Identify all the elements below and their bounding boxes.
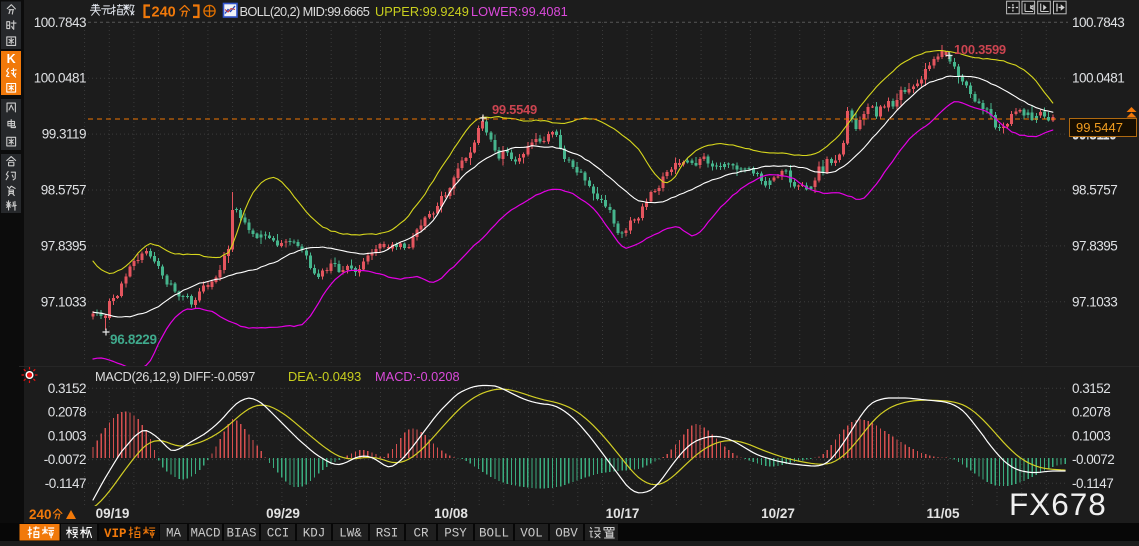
svg-text:0.1003: 0.1003 <box>1072 428 1110 443</box>
svg-text:UPPER:99.9249: UPPER:99.9249 <box>375 4 469 19</box>
svg-text:97.8395: 97.8395 <box>1072 238 1117 253</box>
svg-text:10/27: 10/27 <box>761 506 795 521</box>
svg-text:-0.0072: -0.0072 <box>1072 452 1114 467</box>
svg-text:CCI: CCI <box>267 527 290 541</box>
svg-text:98.5757: 98.5757 <box>41 183 86 198</box>
svg-text:100.0481: 100.0481 <box>34 71 86 86</box>
svg-text:VIP: VIP <box>104 527 127 541</box>
svg-text:0.3152: 0.3152 <box>48 381 86 396</box>
svg-text:96.8229: 96.8229 <box>110 332 157 347</box>
svg-text:10/17: 10/17 <box>606 506 640 521</box>
svg-text:BOLL(20,2) MID:99.6665: BOLL(20,2) MID:99.6665 <box>240 4 370 19</box>
svg-text:100.3599: 100.3599 <box>954 42 1006 57</box>
svg-text:-0.1147: -0.1147 <box>45 476 86 491</box>
svg-text:LW&: LW& <box>339 527 362 541</box>
svg-text:MACD:-0.0208: MACD:-0.0208 <box>375 369 460 384</box>
svg-text:0.2078: 0.2078 <box>1072 405 1110 420</box>
svg-text:0.2078: 0.2078 <box>48 405 86 420</box>
svg-text:FX678: FX678 <box>1009 486 1107 522</box>
svg-text:09/19: 09/19 <box>96 506 130 521</box>
svg-text:240: 240 <box>29 507 52 522</box>
svg-text:DEA:-0.0493: DEA:-0.0493 <box>288 369 361 384</box>
svg-text:99.5447: 99.5447 <box>1076 120 1123 135</box>
svg-text:99.5549: 99.5549 <box>492 102 537 117</box>
svg-text:RSI: RSI <box>376 527 399 541</box>
svg-text:BIAS: BIAS <box>226 527 256 541</box>
svg-text:09/29: 09/29 <box>266 506 300 521</box>
svg-text:CR: CR <box>413 527 429 541</box>
svg-text:OBV: OBV <box>555 527 578 541</box>
svg-text:97.8395: 97.8395 <box>41 238 86 253</box>
svg-text:0.1003: 0.1003 <box>48 428 86 443</box>
svg-text:100.7843: 100.7843 <box>34 15 86 30</box>
svg-text:MACD: MACD <box>190 527 220 541</box>
svg-text:MACD(26,12,9) DIFF:-0.0597: MACD(26,12,9) DIFF:-0.0597 <box>95 369 255 384</box>
svg-text:PSY: PSY <box>444 527 467 541</box>
svg-text:-0.0072: -0.0072 <box>44 452 86 467</box>
svg-text:LOWER:99.4081: LOWER:99.4081 <box>471 4 568 19</box>
svg-text:K: K <box>7 52 16 66</box>
svg-text:97.1033: 97.1033 <box>1072 294 1117 309</box>
svg-text:99.3119: 99.3119 <box>42 127 86 142</box>
svg-text:10/08: 10/08 <box>434 506 468 521</box>
svg-text:BOLL: BOLL <box>479 527 509 541</box>
svg-text:MA: MA <box>166 527 182 541</box>
svg-text:100.7843: 100.7843 <box>1072 15 1124 30</box>
svg-text:98.5757: 98.5757 <box>1072 183 1117 198</box>
svg-text:100.0481: 100.0481 <box>1072 71 1124 86</box>
svg-text:97.1033: 97.1033 <box>41 294 86 309</box>
svg-text:VOL: VOL <box>520 527 543 541</box>
svg-text:240: 240 <box>152 5 176 21</box>
svg-text:KDJ: KDJ <box>303 527 326 541</box>
svg-text:11/05: 11/05 <box>926 506 960 521</box>
svg-text:0.3152: 0.3152 <box>1072 381 1110 396</box>
